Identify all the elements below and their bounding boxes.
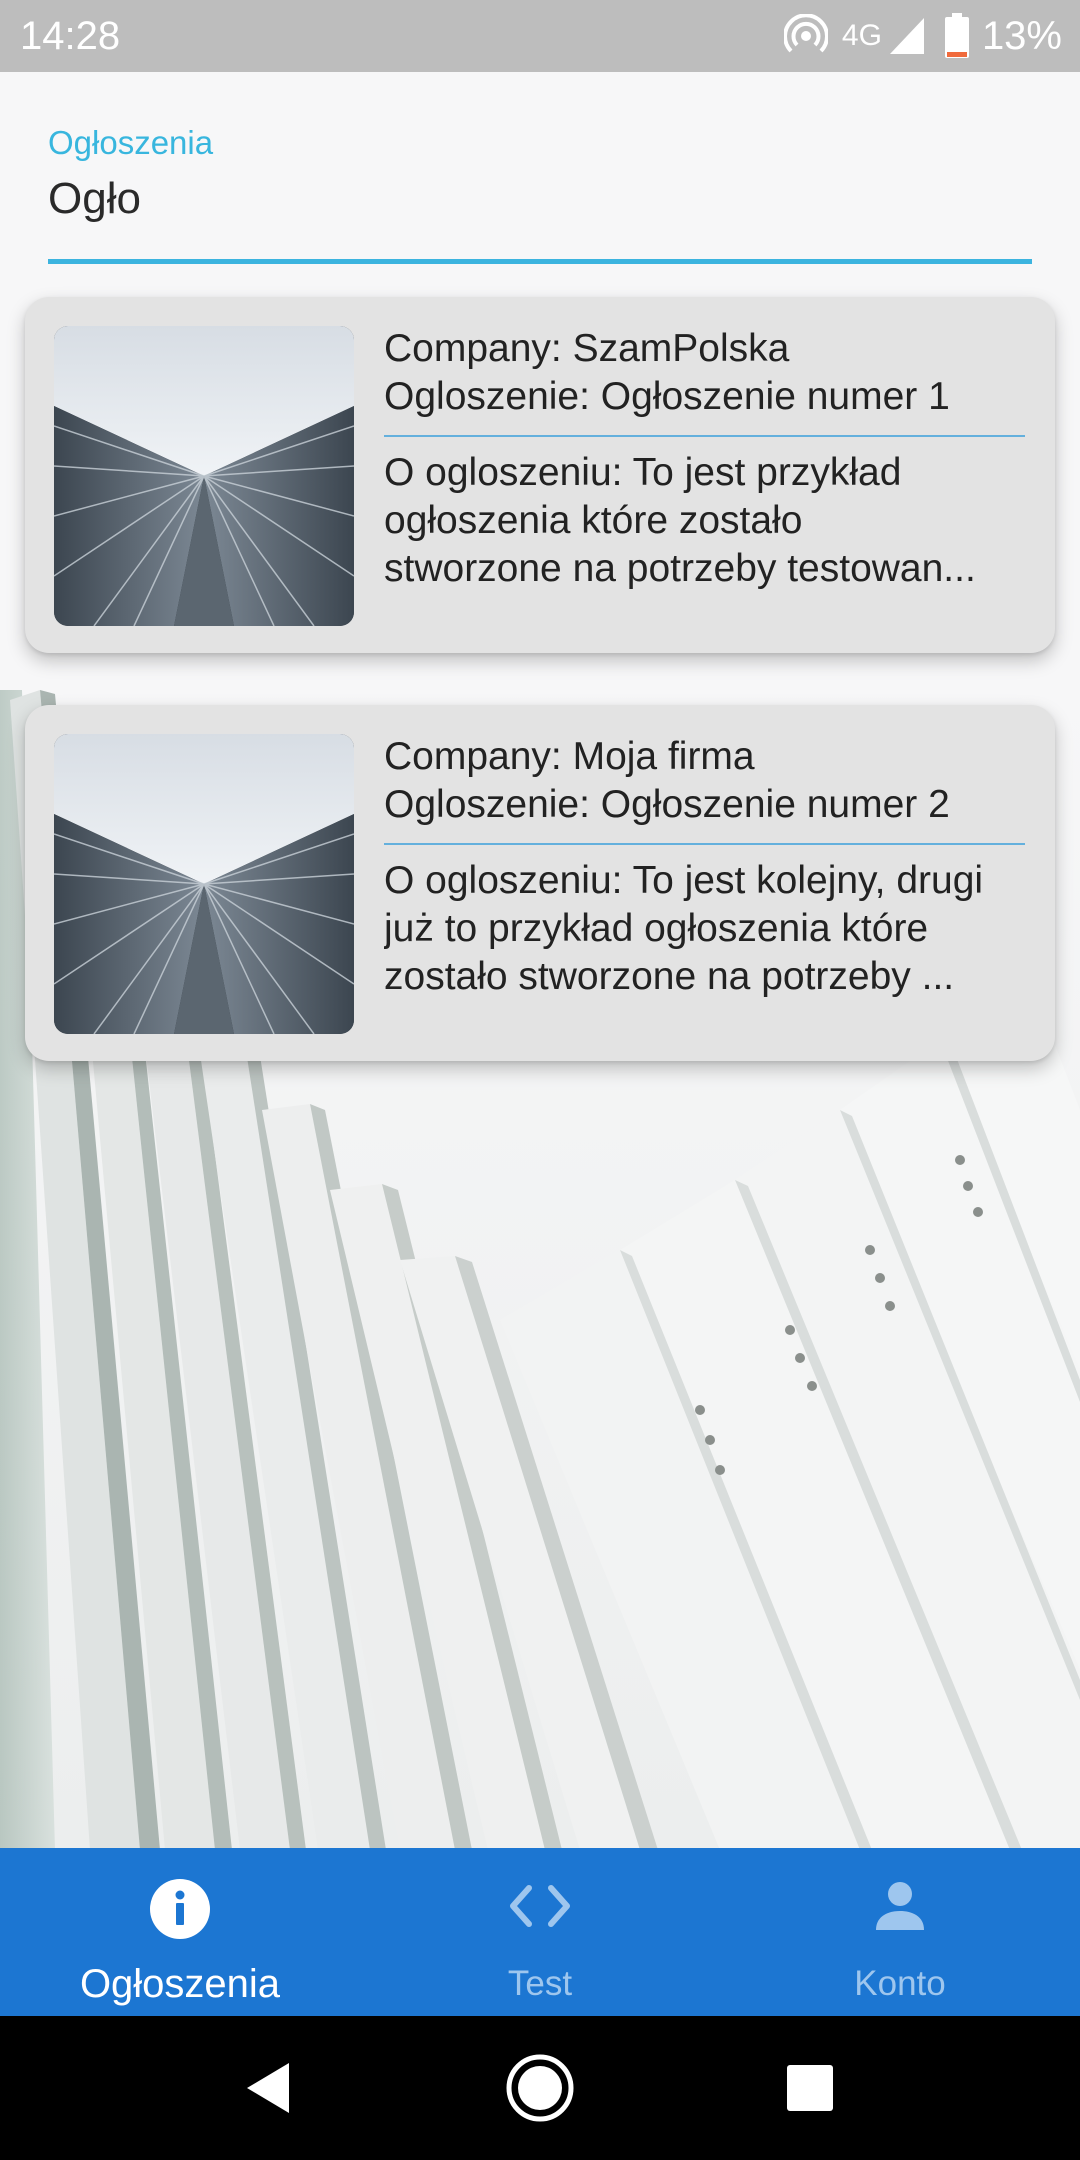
listing-description-line: stworzone na potrzeby testowan... <box>384 547 976 590</box>
listing-description-line: O ogloszeniu: To jest przykład <box>384 451 902 494</box>
system-navigation-bar <box>0 2016 1080 2160</box>
battery-percent: 13% <box>981 13 1062 58</box>
listing-content: Company: SzamPolska Ogloszenie: Ogłoszen… <box>384 325 1025 593</box>
listing-thumbnail <box>54 326 354 626</box>
search-field[interactable]: Ogłoszenia Ogło <box>48 118 1032 264</box>
listing-description-line: ogłoszenia które zostało <box>384 499 803 542</box>
listing-company: Company: SzamPolska <box>384 327 790 370</box>
info-icon <box>0 1878 360 1939</box>
listing-divider <box>384 843 1025 845</box>
recents-icon[interactable] <box>770 2048 850 2128</box>
listing-thumbnail <box>54 734 354 1034</box>
nav-tab-konto[interactable]: Konto <box>720 1848 1080 2016</box>
search-underline <box>48 259 1032 264</box>
status-time: 14:28 <box>20 14 121 58</box>
listing-divider <box>384 435 1025 437</box>
network-type: 4G <box>841 19 882 52</box>
listing-content: Company: Moja firma Ogloszenie: Ogłoszen… <box>384 733 1025 1001</box>
nav-tab-label: Test <box>507 1964 573 2003</box>
home-icon[interactable] <box>500 2048 580 2128</box>
listing-title: Ogloszenie: Ogłoszenie numer 1 <box>384 375 950 418</box>
status-bar: 14:28 4G 13% <box>0 0 1080 72</box>
nav-tab-test[interactable]: Test <box>360 1848 720 2016</box>
nav-tab-label: Ogłoszenia <box>79 1962 281 2006</box>
person-icon <box>720 1878 1080 1938</box>
search-field-label: Ogłoszenia <box>48 124 214 161</box>
listing-description-line: O ogloszeniu: To jest kolejny, drugi <box>384 859 984 902</box>
back-icon[interactable] <box>228 2048 308 2128</box>
status-icons: 4G 13% <box>783 10 1062 62</box>
listing-description-line: już to przykład ogłoszenia które <box>384 907 929 950</box>
listing-company: Company: Moja firma <box>384 735 755 778</box>
listing-description-line: zostało stworzone na potrzeby ... <box>384 955 955 998</box>
nav-tab-ogloszenia[interactable]: Ogłoszenia <box>0 1848 360 2016</box>
signal-icon <box>888 16 926 56</box>
bottom-navigation: Ogłoszenia Test Konto <box>0 1848 1080 2016</box>
listing-description: O ogloszeniu: To jest przykład ogłoszeni… <box>384 449 1025 593</box>
listing-card[interactable]: Company: Moja firma Ogloszenie: Ogłoszen… <box>25 705 1055 1061</box>
listing-card[interactable]: Company: SzamPolska Ogloszenie: Ogłoszen… <box>25 297 1055 653</box>
search-input[interactable]: Ogło <box>48 174 141 224</box>
code-icon <box>360 1878 720 1938</box>
hotspot-icon <box>783 14 828 58</box>
listing-description: O ogloszeniu: To jest kolejny, drugi już… <box>384 857 1025 1001</box>
listing-title: Ogloszenie: Ogłoszenie numer 2 <box>384 783 950 826</box>
battery-icon <box>944 13 970 59</box>
nav-tab-label: Konto <box>854 1964 946 2003</box>
